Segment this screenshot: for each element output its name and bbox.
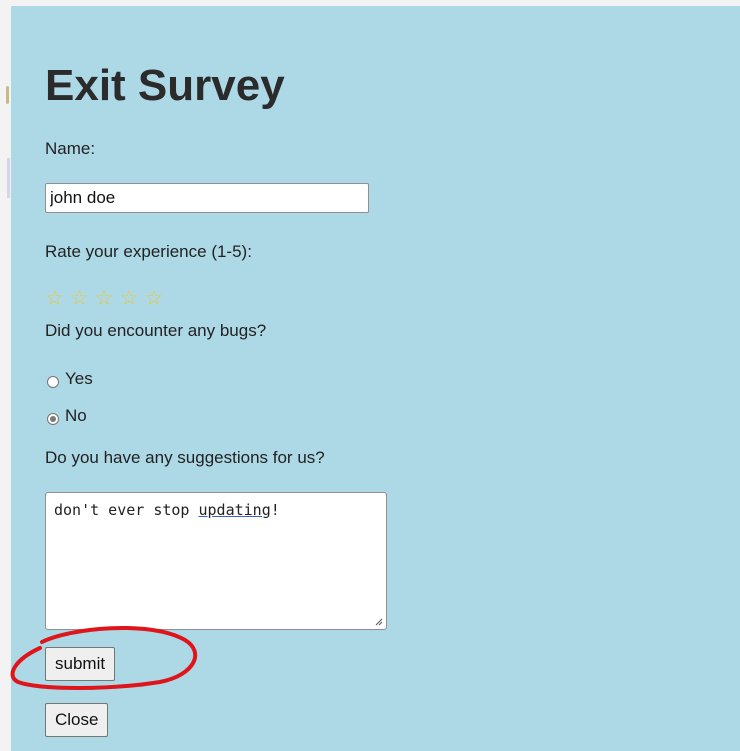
spellcheck-underline: updating [198,501,271,519]
radio-no-label: No [65,406,87,425]
background-page-edge [0,0,11,751]
close-button[interactable]: Close [45,703,109,737]
suggestions-textarea[interactable]: don't ever stop updating! [45,492,387,630]
background-fragment [7,158,10,198]
suggestions-text: don't ever stop updating! [54,501,280,519]
radio-yes[interactable] [47,375,59,388]
star-rating: ☆ ☆ ☆ ☆ ☆ [45,288,163,309]
star-icon[interactable]: ☆ [119,288,138,309]
dialog-title: Exit Survey [45,61,285,110]
background-fragment [6,86,9,104]
rating-label: Rate your experience (1-5): [45,242,252,261]
resize-grip-icon[interactable] [375,618,383,626]
star-icon[interactable]: ☆ [144,288,163,309]
radio-no[interactable] [47,412,59,425]
radio-yes-label: Yes [65,369,93,388]
star-icon[interactable]: ☆ [95,288,114,309]
exit-survey-dialog: Exit Survey Name: Rate your experience (… [11,6,740,751]
name-input[interactable] [45,183,369,213]
bugs-option-yes[interactable]: Yes [47,369,93,389]
bugs-option-no[interactable]: No [47,406,87,426]
bugs-label: Did you encounter any bugs? [45,321,267,340]
star-icon[interactable]: ☆ [70,288,89,309]
submit-button[interactable]: submit [45,647,116,681]
name-label: Name: [45,139,96,158]
suggestions-label: Do you have any suggestions for us? [45,448,325,467]
star-icon[interactable]: ☆ [45,288,64,309]
screen: Exit Survey Name: Rate your experience (… [0,0,740,751]
